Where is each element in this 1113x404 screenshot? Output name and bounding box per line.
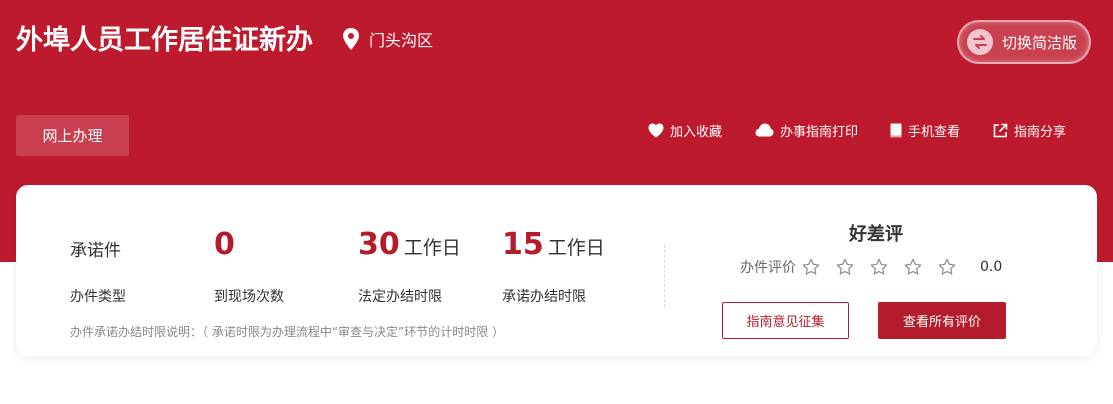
time-limit-note: 办件承诺办结时限说明：（ 承诺时限为办理流程中“审查与决定”环节的计时时限 ）	[70, 325, 505, 339]
location-pin-icon	[343, 28, 359, 50]
star-icon[interactable]	[870, 258, 888, 276]
legal-time-unit: 工作日	[403, 237, 461, 259]
item-type-value: 承诺件	[70, 241, 121, 261]
legal-time-value: 30	[358, 227, 400, 262]
info-card: 承诺件 办件类型 0 到现场次数 30 工作日 法定办结时限 15 工作日 承诺办结…	[16, 185, 1097, 356]
add-favorite-label: 加入收藏	[670, 124, 723, 140]
share-guide-label: 指南分享	[1014, 124, 1067, 140]
mobile-view-label: 手机查看	[908, 124, 961, 140]
evaluation-label: 办件评价	[740, 260, 796, 276]
print-guide-label: 办事指南打印	[780, 124, 859, 140]
share-icon	[993, 123, 1008, 137]
legal-time-limit: 30 工作日	[358, 227, 461, 262]
mobile-view-button[interactable]: 手机查看	[890, 121, 961, 140]
online-apply-button[interactable]: 网上办理	[16, 115, 129, 156]
heart-icon	[648, 123, 664, 137]
star-icon[interactable]	[938, 258, 956, 276]
promise-time-label: 承诺办结时限	[502, 289, 586, 305]
cloud-icon	[755, 123, 774, 137]
location: 门头沟区	[342, 27, 433, 51]
item-type-label: 办件类型	[70, 289, 126, 305]
star-rating	[802, 258, 972, 276]
switch-simple-version-label: 切换简洁版	[1002, 33, 1078, 52]
add-favorite-button[interactable]: 加入收藏	[648, 121, 723, 140]
promise-time-value: 15	[502, 227, 544, 262]
page-title: 外埠人员工作居住证新办	[16, 25, 313, 56]
onsite-visits-label: 到现场次数	[214, 289, 284, 305]
star-icon[interactable]	[802, 258, 820, 276]
share-guide-button[interactable]: 指南分享	[993, 121, 1067, 140]
guide-feedback-button[interactable]: 指南意见征集	[722, 302, 849, 339]
evaluation-score: 0.0	[980, 259, 1003, 275]
print-guide-button[interactable]: 办事指南打印	[755, 121, 859, 140]
view-all-reviews-button[interactable]: 查看所有评价	[878, 302, 1006, 339]
evaluation-rating: 办件评价 0.0	[740, 257, 1002, 277]
divider	[664, 245, 665, 307]
book-icon	[890, 123, 902, 137]
star-icon[interactable]	[904, 258, 922, 276]
switch-simple-version-button[interactable]: 切换简洁版	[957, 20, 1091, 64]
location-label: 门头沟区	[369, 31, 434, 50]
promise-time-unit: 工作日	[547, 237, 605, 259]
evaluation-title: 好差评	[849, 224, 903, 245]
promise-time-limit: 15 工作日	[502, 227, 605, 262]
onsite-visits-value: 0	[214, 227, 235, 262]
switch-icon	[967, 29, 993, 55]
star-icon[interactable]	[836, 258, 854, 276]
legal-time-label: 法定办结时限	[358, 289, 442, 305]
